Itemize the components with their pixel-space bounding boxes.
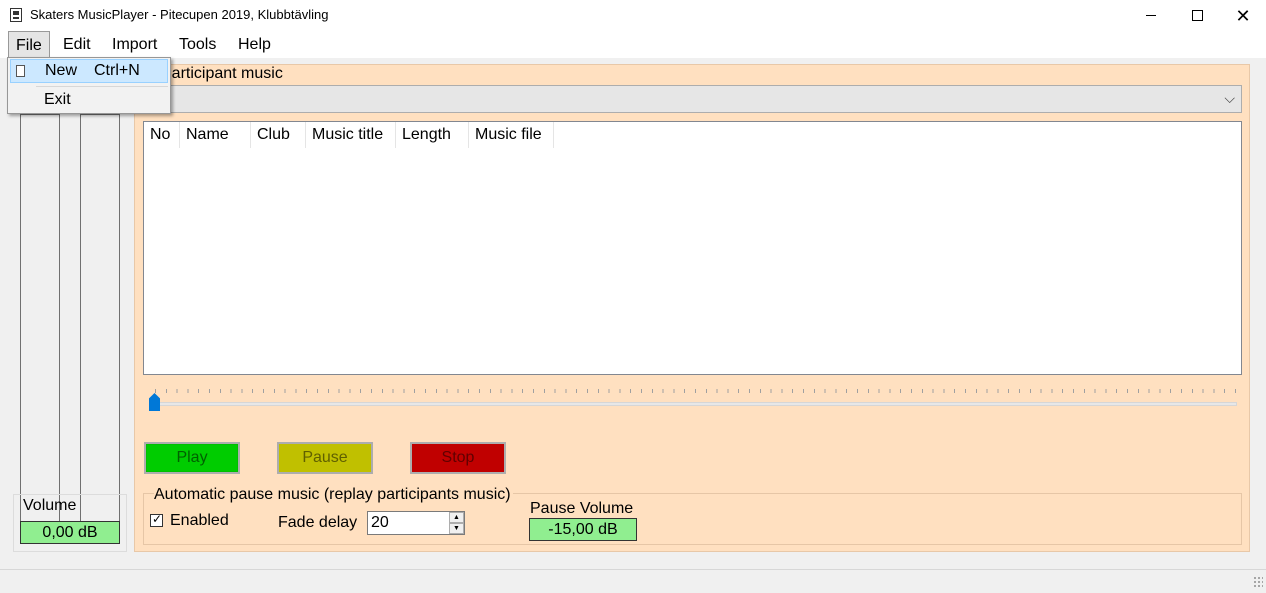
close-icon: ✕ — [1235, 5, 1251, 26]
auto-pause-title: Automatic pause music (replay participan… — [154, 486, 513, 504]
menu-item-exit[interactable]: Exit — [10, 89, 168, 113]
file-dropdown-menu: New Ctrl+N Exit — [7, 57, 171, 114]
new-file-icon — [16, 65, 25, 77]
minimize-icon — [1146, 15, 1156, 16]
menu-item-new-label: New — [45, 62, 78, 79]
resize-grip-icon[interactable] — [1253, 576, 1263, 588]
position-slider[interactable] — [147, 385, 1237, 415]
menu-edit[interactable]: Edit — [56, 31, 98, 58]
menu-import[interactable]: Import — [105, 31, 164, 58]
left-panel: Volume 0,00 dB — [13, 64, 127, 552]
auto-pause-group: Automatic pause music (replay participan… — [143, 486, 1242, 545]
volume-label: Volume — [23, 497, 77, 514]
level-meter-right — [80, 114, 120, 529]
column-header-no[interactable]: No — [144, 122, 180, 148]
chevron-down-icon: ⌵ — [1224, 90, 1235, 106]
enabled-label[interactable]: Enabled — [170, 512, 229, 530]
menu-help[interactable]: Help — [231, 31, 278, 58]
column-header-club[interactable]: Club — [251, 122, 306, 148]
maximize-button[interactable] — [1174, 0, 1220, 31]
menu-file[interactable]: File — [8, 31, 50, 58]
menu-bar: File Edit Import Tools Help — [0, 31, 1266, 58]
menu-item-new[interactable]: New Ctrl+N — [10, 59, 168, 83]
fade-delay-stepper[interactable]: ▲ ▼ — [449, 512, 464, 534]
menu-tools[interactable]: Tools — [172, 31, 223, 58]
close-button[interactable]: ✕ — [1220, 0, 1266, 31]
column-header-music-title[interactable]: Music title — [306, 122, 396, 148]
participant-combo[interactable]: ⌵ — [143, 85, 1242, 113]
fade-delay-label: Fade delay — [278, 514, 358, 531]
maximize-icon — [1191, 10, 1203, 21]
menu-separator — [36, 86, 168, 87]
menu-item-new-shortcut: Ctrl+N — [94, 62, 140, 79]
pause-volume-value: -15,00 dB — [529, 518, 637, 541]
stepper-down-icon[interactable]: ▼ — [449, 523, 464, 534]
volume-group: Volume 0,00 dB — [13, 494, 127, 552]
app-icon — [10, 8, 22, 22]
participant-list[interactable]: No Name Club Music title Length Music fi… — [143, 121, 1242, 375]
status-bar — [0, 569, 1266, 593]
stop-button[interactable]: Stop — [410, 442, 506, 474]
column-header-length[interactable]: Length — [396, 122, 469, 148]
stepper-up-icon[interactable]: ▲ — [449, 512, 464, 523]
participant-music-title: Participant music — [161, 65, 283, 83]
level-meter-left — [20, 114, 60, 529]
slider-thumb[interactable] — [149, 393, 160, 411]
minimize-button[interactable] — [1128, 0, 1174, 31]
play-button-label: Play — [147, 445, 237, 471]
column-header-name[interactable]: Name — [180, 122, 251, 148]
slider-ticks — [155, 389, 1237, 393]
pause-volume-label: Pause Volume — [530, 500, 634, 517]
column-header-music-file[interactable]: Music file — [469, 122, 554, 148]
title-bar: Skaters MusicPlayer - Pitecupen 2019, Kl… — [0, 0, 1266, 31]
window-title: Skaters MusicPlayer - Pitecupen 2019, Kl… — [30, 7, 329, 22]
volume-value: 0,00 dB — [20, 521, 120, 544]
pause-button[interactable]: Pause — [277, 442, 373, 474]
participant-music-panel: Participant music ⌵ No Name Club Music t… — [134, 64, 1250, 552]
play-button[interactable]: Play — [144, 442, 240, 474]
menu-item-exit-label: Exit — [44, 91, 71, 108]
slider-track — [151, 402, 1237, 406]
enabled-checkbox[interactable] — [150, 512, 163, 527]
